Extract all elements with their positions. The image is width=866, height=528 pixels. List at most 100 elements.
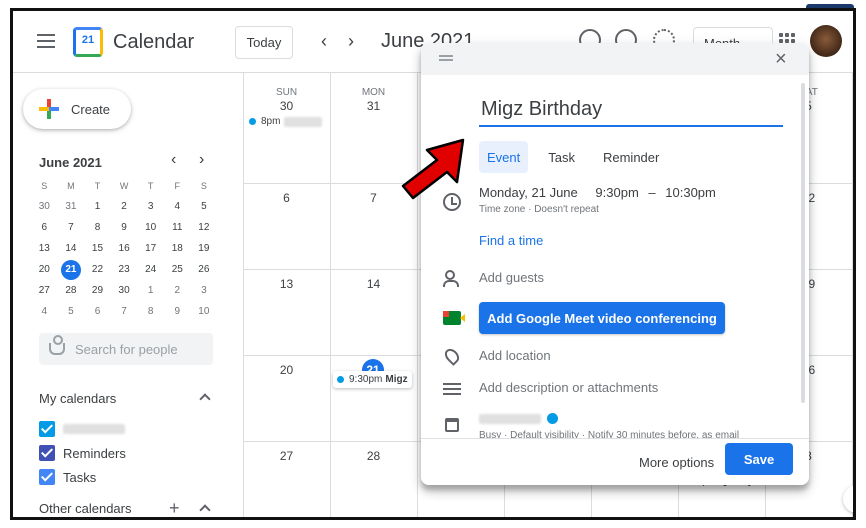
today-button[interactable]: Today	[235, 26, 293, 59]
my-calendar-item-reminders[interactable]: Reminders	[39, 445, 126, 461]
mini-day[interactable]: 25	[164, 260, 191, 280]
event-start-time[interactable]: 9:30pm	[595, 185, 638, 200]
main-menu-icon[interactable]	[37, 34, 55, 48]
mini-day[interactable]: 24	[137, 260, 164, 280]
mini-day[interactable]: 30	[31, 197, 58, 217]
mini-next-chevron-icon[interactable]: ›	[199, 151, 204, 169]
day-number[interactable]: 28	[330, 449, 417, 463]
mini-day[interactable]: 31	[58, 197, 85, 217]
chevron-up-icon[interactable]	[199, 504, 211, 516]
mini-day[interactable]: 27	[31, 281, 58, 301]
mini-day[interactable]: 13	[31, 239, 58, 259]
add-other-calendar-plus-icon[interactable]: +	[169, 498, 180, 517]
tab-event[interactable]: Event	[479, 141, 529, 173]
mini-day[interactable]: 7	[111, 302, 138, 322]
day-number[interactable]: 6	[243, 191, 330, 205]
checkbox-icon[interactable]	[39, 469, 55, 485]
add-google-meet-button[interactable]: Add Google Meet video conferencing	[479, 302, 725, 334]
my-calendar-item-tasks[interactable]: Tasks	[39, 469, 96, 485]
mini-day[interactable]: 19	[191, 239, 218, 259]
event-end-time[interactable]: 10:30pm	[665, 185, 716, 200]
search-people-field[interactable]	[39, 333, 213, 365]
mini-day[interactable]: 10	[137, 218, 164, 238]
day-number[interactable]: 20	[243, 363, 330, 377]
grid-column-line	[852, 73, 853, 517]
event-title: Migz	[385, 374, 408, 385]
mini-day[interactable]: 2	[164, 281, 191, 301]
mini-day[interactable]: 21	[58, 259, 85, 280]
my-calendars-title[interactable]: My calendars	[39, 391, 116, 406]
mini-day[interactable]: 12	[191, 218, 218, 238]
mini-day[interactable]: 3	[137, 197, 164, 217]
mini-day[interactable]: 7	[58, 218, 85, 238]
add-guests-field[interactable]: Add guests	[479, 270, 544, 285]
mini-day[interactable]: 11	[164, 218, 191, 238]
event-title-input[interactable]	[479, 93, 783, 127]
mini-day[interactable]: 15	[84, 239, 111, 259]
mini-day[interactable]: 20	[31, 260, 58, 280]
mini-day[interactable]: 1	[84, 197, 111, 217]
day-number[interactable]: 27	[243, 449, 330, 463]
day-number[interactable]: 14	[330, 277, 417, 291]
dialog-scrollbar[interactable]	[801, 83, 805, 403]
chevron-up-icon[interactable]	[199, 393, 211, 405]
create-button[interactable]: Create	[23, 89, 131, 129]
mini-day[interactable]: 9	[164, 302, 191, 322]
mini-weeks: 30 31 1 2 3 4 5 6 7 8 9 10 11 12 13 14 15 16 17 18 19 20 21 22 2…	[31, 196, 221, 322]
event-chip-new[interactable]: 9:30pm Migz	[333, 371, 412, 388]
calendar-owner[interactable]	[479, 413, 558, 424]
screenshot-frame: 21 Calendar Today ‹ › June 2021 Month Cr…	[10, 8, 856, 520]
mini-day[interactable]: 10	[191, 302, 218, 322]
mini-day[interactable]: 6	[31, 218, 58, 238]
tab-task[interactable]: Task	[540, 141, 583, 173]
mini-day[interactable]: 4	[31, 302, 58, 322]
mini-day[interactable]: 8	[137, 302, 164, 322]
add-location-field[interactable]: Add location	[479, 348, 551, 363]
mini-day[interactable]: 3	[191, 281, 218, 301]
event-chip[interactable]: 8pm	[249, 116, 323, 127]
day-number[interactable]: 31	[330, 99, 417, 113]
chevron-left-icon[interactable]: ‹	[313, 30, 335, 52]
more-options-button[interactable]: More options	[629, 447, 724, 477]
mini-day[interactable]: 1	[137, 281, 164, 301]
event-datetime[interactable]: Monday, 21 June 9:30pm – 10:30pm	[479, 185, 716, 200]
add-description-field[interactable]: Add description or attachments	[479, 380, 658, 395]
checkbox-icon[interactable]	[39, 445, 55, 461]
mini-day[interactable]: 28	[58, 281, 85, 301]
day-number[interactable]: 30	[243, 99, 330, 113]
mini-prev-chevron-icon[interactable]: ‹	[171, 151, 176, 169]
close-icon[interactable]: ×	[775, 48, 787, 71]
mini-day[interactable]: 2	[111, 197, 138, 217]
mini-day[interactable]: 4	[164, 197, 191, 217]
account-avatar[interactable]	[810, 25, 842, 57]
mini-day[interactable]: 22	[84, 260, 111, 280]
chevron-right-icon[interactable]: ›	[340, 30, 362, 52]
mini-day[interactable]: 16	[111, 239, 138, 259]
mini-week-row: 20 21 22 23 24 25 26	[31, 259, 221, 280]
tab-reminder[interactable]: Reminder	[595, 141, 667, 173]
mini-day[interactable]: 17	[137, 239, 164, 259]
event-timezone-repeat[interactable]: Time zone · Doesn't repeat	[479, 204, 599, 215]
mini-day[interactable]: 23	[111, 260, 138, 280]
mini-day[interactable]: 18	[164, 239, 191, 259]
mini-day[interactable]: 26	[191, 260, 218, 280]
mini-day[interactable]: 8	[84, 218, 111, 238]
mini-day[interactable]: 14	[58, 239, 85, 259]
checkbox-icon[interactable]	[39, 421, 55, 437]
mini-day[interactable]: 30	[111, 281, 138, 301]
my-calendar-item-owner[interactable]	[39, 421, 125, 437]
mini-day[interactable]: 5	[58, 302, 85, 322]
mini-day[interactable]: 29	[84, 281, 111, 301]
drag-handle-icon[interactable]	[439, 55, 453, 61]
dialog-header[interactable]: ×	[421, 43, 809, 75]
search-people-input[interactable]	[75, 341, 205, 357]
day-number[interactable]: 13	[243, 277, 330, 291]
mini-day[interactable]: 5	[191, 197, 218, 217]
mini-day[interactable]: 9	[111, 218, 138, 238]
save-button[interactable]: Save	[725, 443, 793, 475]
other-calendars-title[interactable]: Other calendars	[39, 501, 132, 516]
find-a-time-link[interactable]: Find a time	[479, 233, 543, 248]
description-icon	[443, 383, 461, 401]
event-date[interactable]: Monday, 21 June	[479, 185, 578, 200]
mini-day[interactable]: 6	[84, 302, 111, 322]
